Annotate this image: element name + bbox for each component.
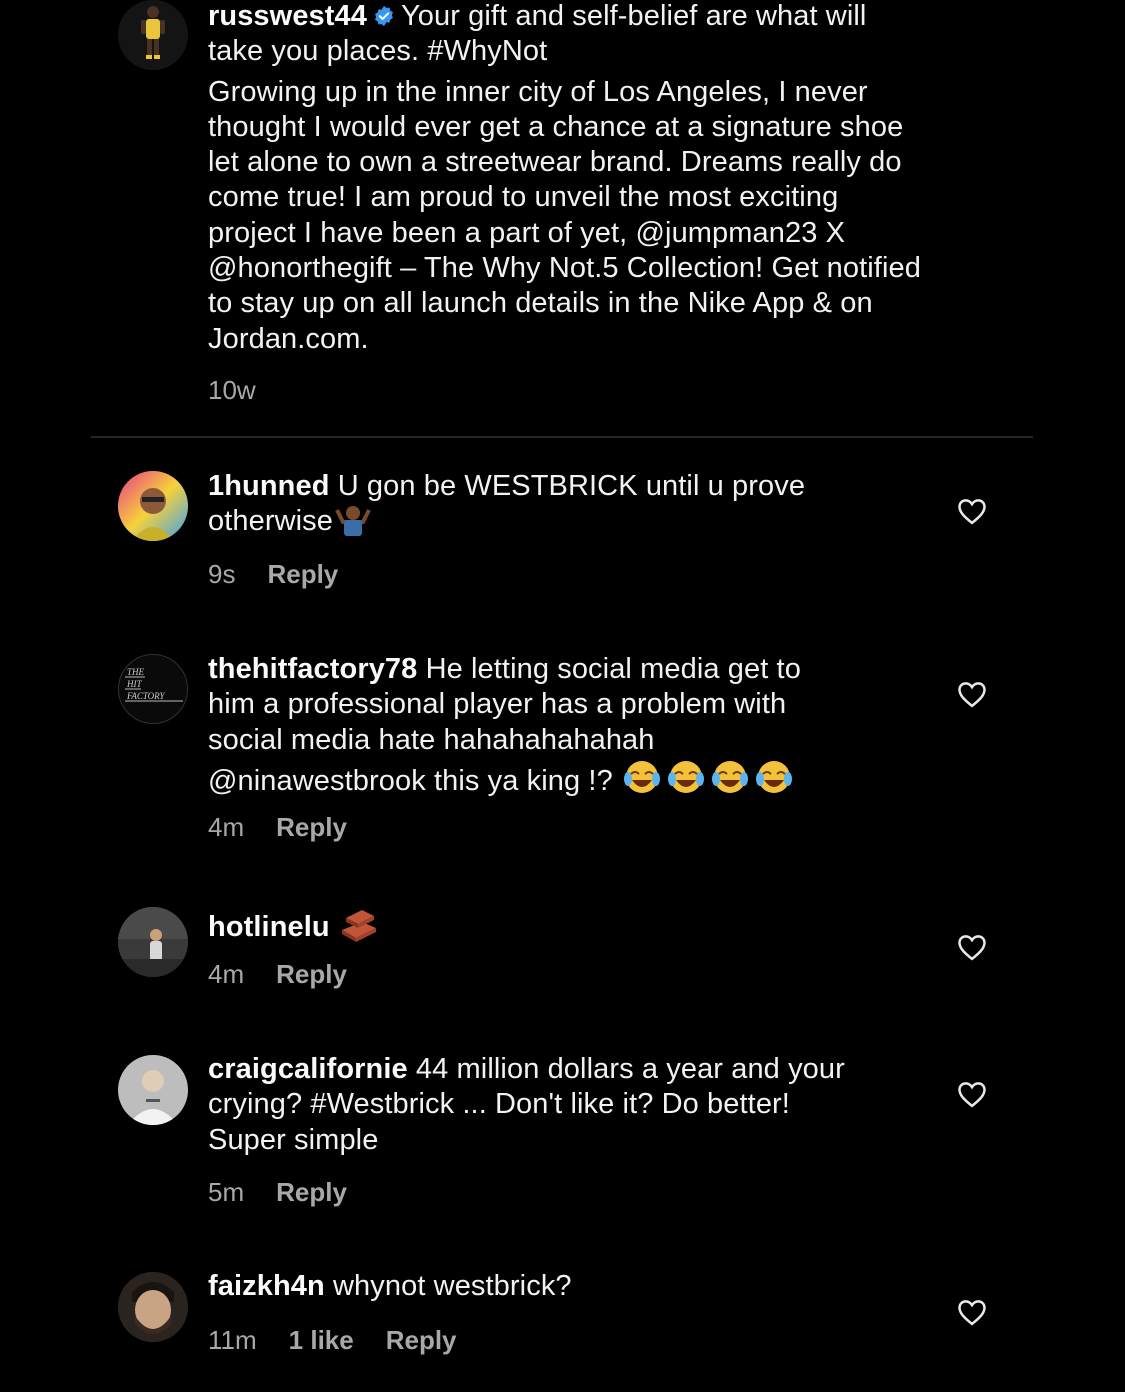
avatar-thehitfactory78-icon: THE HIT FACTORY — [119, 655, 187, 723]
avatar-hotlinelu-icon — [118, 907, 188, 977]
comment-timestamp: 11m — [208, 1325, 257, 1355]
caption-body-line: project I have been a part of yet, @jump… — [208, 216, 846, 249]
comment-meta: 9s Reply — [208, 559, 370, 590]
comment-line: He letting social media get to — [425, 653, 801, 685]
reply-button[interactable]: Reply — [276, 959, 347, 989]
avatar-russwest44[interactable] — [118, 0, 188, 70]
comment-timestamp: 4m — [208, 959, 245, 989]
caption-text: russwest44 Your gift and self-belief are … — [208, 0, 921, 357]
caption-line1: Your gift and self-belief are what will — [401, 0, 867, 32]
avatar-craigcalifornie-icon — [118, 1055, 188, 1125]
caption-body-line: Jordan.com. — [208, 322, 369, 355]
comment-meta: 4m Reply — [208, 959, 379, 990]
avatar-hotlinelu[interactable] — [118, 907, 188, 977]
heart-icon[interactable] — [957, 1298, 987, 1326]
heart-icon[interactable] — [957, 933, 987, 961]
comment-line: whynot westbrick? — [333, 1270, 572, 1302]
hitfactory-label-1: THE — [127, 667, 145, 677]
comment-meta: 5m Reply — [208, 1177, 379, 1208]
comment-text: craigcalifornie 44 million dollars a yea… — [208, 1052, 845, 1158]
avatar-craigcalifornie[interactable] — [118, 1055, 188, 1125]
comment-text: thehitfactory78 He letting social media … — [208, 652, 801, 799]
comment-line: otherwise — [208, 505, 334, 538]
comment-username[interactable]: faizkh4n — [208, 1270, 325, 1302]
caption-body-line: Growing up in the inner city of Los Ange… — [208, 75, 868, 108]
comment-line: him a professional player has a problem … — [208, 688, 787, 721]
reply-button[interactable]: Reply — [267, 559, 338, 589]
comment-timestamp: 9s — [208, 559, 236, 589]
avatar-1hunned-icon — [118, 471, 188, 541]
avatar-faizkh4n[interactable] — [118, 1272, 188, 1342]
comment-line: crying? #Westbrick ... Don't like it? Do… — [208, 1088, 790, 1121]
caption-meta: 10w — [208, 375, 288, 406]
verified-badge-icon — [375, 5, 393, 27]
heart-icon[interactable] — [957, 680, 987, 708]
avatar-russwest44-icon — [118, 0, 188, 70]
like-count[interactable]: 1 like — [289, 1325, 354, 1355]
person-shrugging-icon — [335, 506, 371, 537]
comment-username[interactable]: 1hunned — [208, 470, 330, 502]
caption-body-line: @honorthegift – The Why Not.5 Collection… — [208, 252, 921, 285]
comment-line: Super simple — [208, 1123, 379, 1156]
heart-icon[interactable] — [957, 497, 987, 525]
caption-timestamp: 10w — [208, 375, 256, 405]
comment-line: U gon be WESTBRICK until u prove — [337, 470, 806, 502]
comment-username[interactable]: thehitfactory78 — [208, 653, 417, 685]
comment-text: 1hunned U gon be WESTBRICK until u prove… — [208, 469, 805, 540]
comment-line: 44 million dollars a year and your — [415, 1053, 845, 1085]
comment-line: social media hate hahahahahahah — [208, 723, 655, 756]
caption-body-line: to stay up on all launch details in the … — [208, 287, 873, 320]
comment-timestamp: 4m — [208, 812, 245, 842]
avatar-thehitfactory78[interactable]: THE HIT FACTORY — [118, 654, 188, 724]
comment-username[interactable]: hotlinelu — [208, 911, 330, 943]
comment-meta: 4m Reply — [208, 812, 379, 843]
heart-icon[interactable] — [957, 1080, 987, 1108]
comment-line: @ninawestbrook this ya king !? — [208, 764, 613, 797]
caption-username[interactable]: russwest44 — [208, 0, 367, 32]
hitfactory-label-2: HIT — [126, 679, 142, 689]
hitfactory-label-3: FACTORY — [126, 691, 166, 701]
reply-button[interactable]: Reply — [276, 1177, 347, 1207]
caption-body-line: come true! I am proud to unveil the most… — [208, 181, 839, 214]
comment-text: faizkh4n whynot westbrick? — [208, 1269, 572, 1304]
comment-username[interactable]: craigcalifornie — [208, 1053, 408, 1085]
caption-line2: take you places. #WhyNot — [208, 35, 548, 68]
brick-icon — [341, 910, 376, 942]
reply-button[interactable]: Reply — [276, 812, 347, 842]
tears-of-joy-icon — [623, 760, 792, 793]
comment-meta: 11m 1 like Reply — [208, 1325, 489, 1356]
reply-button[interactable]: Reply — [386, 1325, 457, 1355]
avatar-faizkh4n-icon — [118, 1272, 188, 1342]
comment-timestamp: 5m — [208, 1177, 245, 1207]
caption-body-line: let alone to own a streetwear brand. Dre… — [208, 146, 902, 179]
caption-body-line: thought I would ever get a chance at a s… — [208, 110, 904, 143]
comment-text: hotlinelu — [208, 904, 378, 945]
avatar-1hunned[interactable] — [118, 471, 188, 541]
divider — [91, 436, 1033, 438]
